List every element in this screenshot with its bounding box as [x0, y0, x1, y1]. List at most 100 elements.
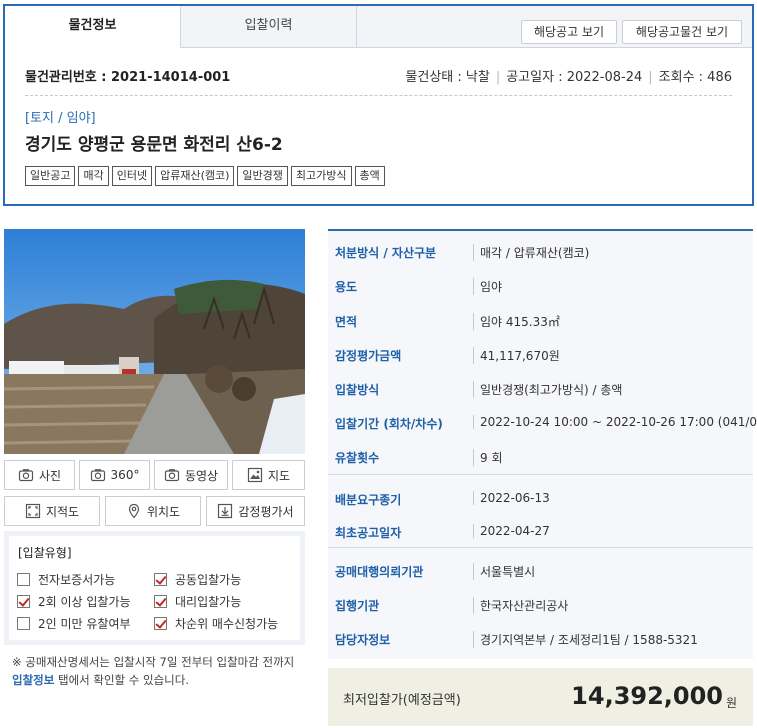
bid-type-option[interactable]: 공동입찰가능 — [154, 571, 241, 588]
notice-date: 공고일자 : 2022-08-24 — [506, 70, 643, 85]
checkbox[interactable] — [154, 617, 167, 630]
info-label: 배분요구종기 — [335, 493, 402, 507]
bid-info-link[interactable]: 입찰정보 — [12, 673, 54, 687]
info-label: 유찰횟수 — [335, 451, 380, 465]
info-value: 임야 415.33㎡ — [473, 313, 560, 330]
minimum-bid-price-label: 최저입찰가(예정금액) — [343, 693, 461, 708]
divider — [328, 474, 753, 475]
currency-unit: 원 — [725, 696, 737, 710]
checkbox[interactable] — [17, 617, 30, 630]
item-status: 물건상태 : 낙찰 — [405, 70, 490, 85]
download-icon — [218, 503, 233, 519]
info-value: 2022-04-27 — [473, 524, 550, 538]
expand-icon — [25, 503, 41, 519]
minimum-bid-price-value: 14,392,000 — [571, 682, 723, 710]
video-button[interactable]: 동영상 — [154, 460, 228, 490]
tab-item-info[interactable]: 물건정보 — [5, 6, 181, 48]
camera-icon — [164, 469, 180, 482]
map-pin-icon — [128, 503, 140, 519]
property-photo-image — [4, 229, 305, 454]
checkbox[interactable] — [154, 573, 167, 586]
tag-chip: 인터넷 — [111, 166, 153, 186]
tag-chip: 압류재산(캠코) — [155, 166, 235, 186]
info-value: 서울특별시 — [473, 563, 535, 580]
info-label: 집행기관 — [335, 599, 380, 613]
view-360-label: 360° — [110, 468, 140, 482]
info-label: 처분방식 / 자산구분 — [335, 246, 437, 260]
bid-type-option[interactable]: 2인 미만 유찰여부 — [17, 615, 131, 632]
item-address: 경기도 양평군 용문면 화전리 산6-2 — [25, 135, 283, 155]
map-button-label: 지도 — [267, 468, 291, 483]
tag-chip: 최고가방식 — [290, 166, 352, 186]
tab-bid-history[interactable]: 입찰이력 — [181, 6, 357, 48]
view-notice-items-button[interactable]: 해당공고물건 보기 — [622, 20, 742, 44]
info-label: 입찰방식 — [335, 383, 380, 397]
info-label: 용도 — [335, 280, 358, 294]
image-icon — [247, 467, 263, 483]
bid-type-option-label: 2회 이상 입찰가능 — [38, 595, 131, 609]
bid-type-option[interactable]: 차순위 매수신청가능 — [154, 615, 278, 632]
info-value: 2022-06-13 — [473, 491, 550, 505]
cadastral-map-button[interactable]: 지적도 — [4, 496, 100, 526]
cadastral-map-label: 지적도 — [45, 504, 80, 519]
bid-type-option[interactable]: 2회 이상 입찰가능 — [17, 593, 131, 610]
notice-text: ※ 공매재산명세서는 입찰시작 7일 전부터 입찰마감 전까지 입찰정보 탭에서… — [12, 653, 302, 689]
info-label: 면적 — [335, 315, 358, 329]
info-value: 매각 / 압류재산(캠코) — [473, 244, 589, 261]
tag-chip: 총액 — [354, 166, 385, 186]
info-value: 일반경쟁(최고가방식) / 총액 — [473, 381, 622, 398]
tab-bar: 물건정보 입찰이력 해당공고 보기 해당공고물건 보기 — [5, 6, 752, 48]
management-number: 물건관리번호 : 2021-14014-001 — [25, 70, 231, 85]
bid-type-option[interactable]: 전자보증서가능 — [17, 571, 115, 588]
info-label: 입찰기간 (회차/차수) — [335, 417, 443, 431]
bid-type-option-label: 2인 미만 유찰여부 — [38, 617, 131, 631]
info-value: 임야 — [473, 278, 502, 295]
divider — [328, 547, 753, 548]
info-label: 감정평가금액 — [335, 349, 402, 363]
notice-text-before: ※ 공매재산명세서는 입찰시작 7일 전부터 입찰마감 전까지 — [12, 655, 295, 669]
info-label: 담당자정보 — [335, 633, 391, 647]
checkbox[interactable] — [154, 595, 167, 608]
map-button[interactable]: 지도 — [232, 460, 305, 490]
appraisal-report-button[interactable]: 감정평가서 — [206, 496, 305, 526]
item-category: [토지 / 임야] — [25, 111, 96, 126]
info-value: 2022-10-24 10:00 ~ 2022-10-26 17:00 (041… — [473, 415, 757, 429]
item-info-table: 처분방식 / 자산구분 매각 / 압류재산(캠코) 용도 임야 면적 임야 41… — [328, 229, 757, 659]
bid-type-title: [입찰유형] — [18, 546, 72, 560]
checkbox[interactable] — [17, 573, 30, 586]
divider — [25, 95, 732, 96]
appraisal-report-label: 감정평가서 — [238, 504, 294, 519]
info-value: 9 회 — [473, 449, 503, 466]
view-notice-button[interactable]: 해당공고 보기 — [521, 20, 617, 44]
separator: | — [648, 70, 653, 85]
bid-type-option[interactable]: 대리입찰가능 — [154, 593, 241, 610]
minimum-bid-price-box: 최저입찰가(예정금액) 14,392,000 원 — [328, 668, 753, 726]
bid-type-option-label: 전자보증서가능 — [38, 573, 116, 587]
location-map-button[interactable]: 위치도 — [105, 496, 201, 526]
bid-type-panel: [입찰유형] 전자보증서가능 공동입찰가능 2회 이상 입찰가능 대리입찰가능 … — [4, 531, 305, 645]
info-value: 한국자산관리공사 — [473, 597, 568, 614]
info-value: 41,117,670원 — [473, 347, 560, 364]
view-360-button[interactable]: 360° — [79, 460, 150, 490]
notice-text-after: 탭에서 확인할 수 있습니다. — [54, 673, 189, 687]
view-count: 조회수 : 486 — [658, 70, 732, 85]
info-label: 최초공고일자 — [335, 526, 402, 540]
status-line: 물건상태 : 낙찰 | 공고일자 : 2022-08-24 | 조회수 : 486 — [405, 66, 732, 85]
camera-icon — [18, 469, 34, 482]
video-button-label: 동영상 — [184, 468, 219, 483]
photo-button[interactable]: 사진 — [4, 460, 75, 490]
bid-type-option-label: 대리입찰가능 — [175, 595, 242, 609]
bid-type-option-label: 공동입찰가능 — [175, 573, 242, 587]
location-map-label: 위치도 — [146, 504, 181, 519]
camera-icon — [90, 469, 105, 482]
separator: | — [495, 70, 501, 85]
bid-type-option-label: 차순위 매수신청가능 — [175, 617, 279, 631]
property-photo[interactable] — [4, 229, 305, 454]
tag-chip: 매각 — [78, 166, 109, 186]
item-tags: 일반공고 매각 인터넷 압류재산(캠코) 일반경쟁 최고가방식 총액 — [25, 166, 385, 186]
item-header-panel: 물건정보 입찰이력 해당공고 보기 해당공고물건 보기 물건관리번호 : 202… — [3, 4, 754, 206]
tag-chip: 일반공고 — [25, 166, 76, 186]
checkbox[interactable] — [17, 595, 30, 608]
info-label: 공매대행의뢰기관 — [335, 565, 424, 579]
info-value: 경기지역본부 / 조세정리1팀 / 1588-5321 — [473, 631, 698, 648]
